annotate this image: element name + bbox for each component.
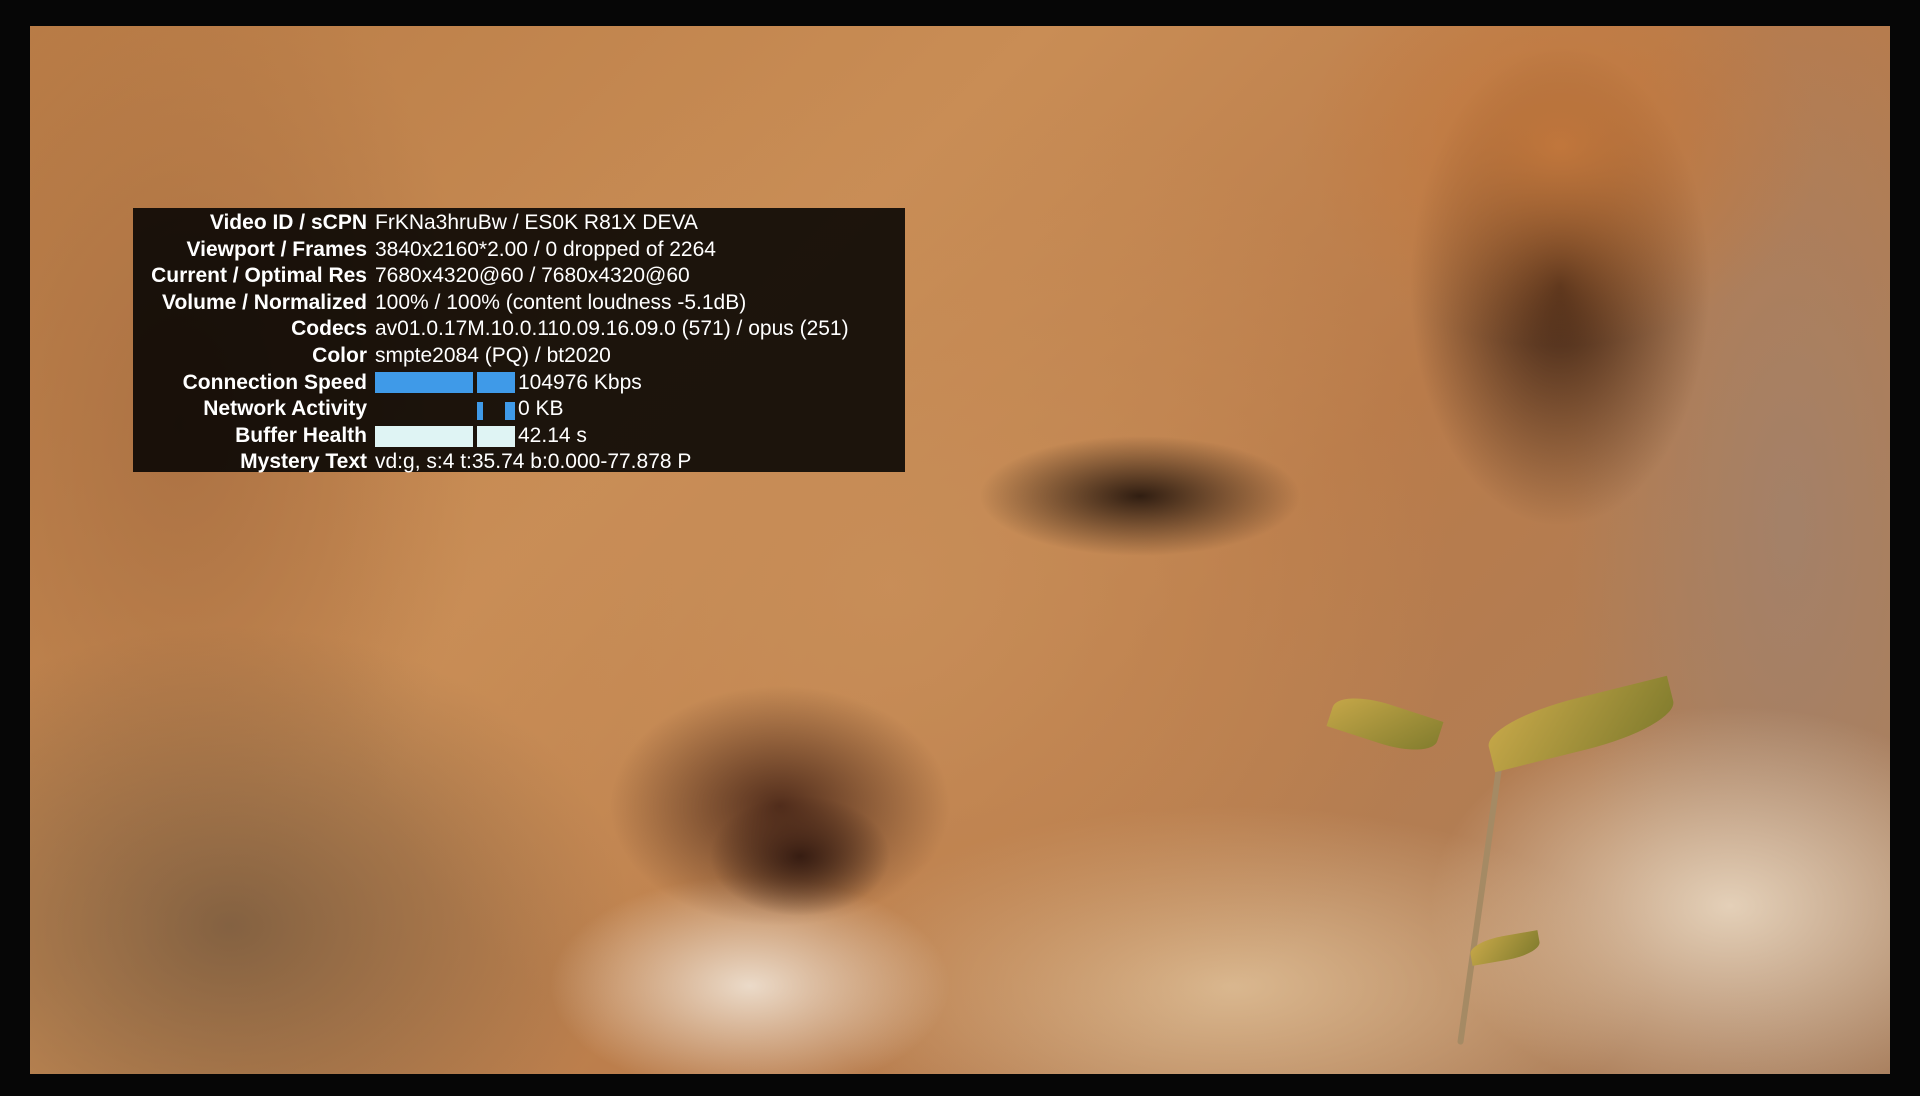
stats-label: Volume / Normalized [162, 290, 367, 314]
stats-value: 0 KB [518, 397, 564, 421]
leaf [1326, 687, 1444, 761]
connection-speed-graph [375, 372, 515, 394]
stats-value: 100% / 100% (content loudness -5.1dB) [375, 290, 747, 314]
stats-row-codecs: Codecs av01.0.17M.10.0.110.09.16.09.0 (5… [133, 316, 905, 343]
leaf [1468, 930, 1542, 966]
stats-label: Mystery Text [240, 450, 367, 474]
stats-value: vd:g, s:4 t:35.74 b:0.000-77.878 P [375, 450, 692, 474]
tv-screen: Video ID / sCPN FrKNa3hruBw / ES0K R81X … [0, 0, 1920, 1096]
stats-value: av01.0.17M.10.0.110.09.16.09.0 (571) / o… [375, 317, 849, 341]
stats-row-video-id: Video ID / sCPN FrKNa3hruBw / ES0K R81X … [133, 210, 905, 237]
buffer-health-graph [375, 425, 515, 447]
stats-row-viewport: Viewport / Frames 3840x2160*2.00 / 0 dro… [133, 237, 905, 264]
stats-value: 7680x4320@60 / 7680x4320@60 [375, 264, 690, 288]
stats-row-buffer-health: Buffer Health 42.14 s [133, 423, 905, 450]
stats-row-color: Color smpte2084 (PQ) / bt2020 [133, 343, 905, 370]
stats-label: Color [312, 343, 367, 367]
stats-label: Buffer Health [235, 423, 367, 447]
buffer-health-bar [375, 425, 473, 447]
stats-value: 42.14 s [518, 423, 587, 447]
connection-speed-bar [477, 372, 515, 394]
stats-label: Viewport / Frames [186, 237, 367, 261]
video-player[interactable] [30, 26, 1890, 1074]
stats-value: smpte2084 (PQ) / bt2020 [375, 343, 611, 367]
stats-for-nerds-panel: Video ID / sCPN FrKNa3hruBw / ES0K R81X … [133, 208, 905, 473]
stats-row-network-activity: Network Activity 0 KB [133, 396, 905, 423]
stats-row-mystery-text: Mystery Text vd:g, s:4 t:35.74 b:0.000-7… [133, 449, 905, 476]
stats-value: 3840x2160*2.00 / 0 dropped of 2264 [375, 237, 716, 261]
stats-row-connection-speed: Connection Speed 104976 Kbps [133, 370, 905, 397]
network-activity-bar [505, 401, 515, 420]
stats-label: Codecs [291, 317, 367, 341]
stats-row-resolution: Current / Optimal Res 7680x4320@60 / 768… [133, 263, 905, 290]
leaf [1482, 675, 1680, 773]
stats-value: 104976 Kbps [518, 370, 642, 394]
stats-label: Video ID / sCPN [209, 211, 367, 234]
plant-stem [1457, 747, 1505, 1045]
connection-speed-bar [375, 372, 473, 394]
stats-row-volume: Volume / Normalized 100% / 100% (content… [133, 290, 905, 317]
network-activity-graph [375, 399, 515, 420]
stats-value[interactable]: FrKNa3hruBw / ES0K R81X DEVA [375, 210, 698, 237]
stats-label: Connection Speed [182, 370, 367, 394]
network-activity-bar [477, 401, 483, 420]
stats-label: Current / Optimal Res [151, 264, 367, 288]
buffer-health-bar [477, 425, 515, 447]
stats-label: Network Activity [203, 397, 367, 421]
